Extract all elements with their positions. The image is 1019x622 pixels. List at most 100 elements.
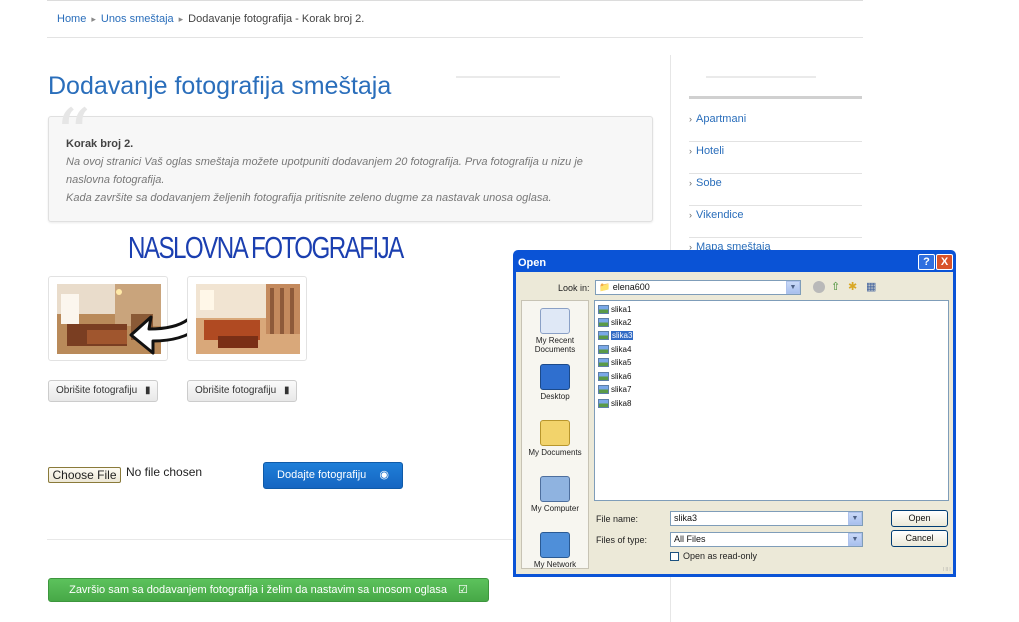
chevron-right-icon: › [689, 210, 692, 220]
back-icon[interactable] [813, 281, 825, 293]
place-desktop[interactable]: Desktop [521, 364, 589, 401]
file-name: slika5 [611, 358, 632, 367]
file-type-select[interactable]: All Files [670, 532, 863, 547]
delete-photo-label: Obrišite fotografiju [195, 385, 277, 396]
page-title: Dodavanje fotografija smeštaja [48, 72, 392, 100]
file-list[interactable] [594, 300, 949, 501]
sidebar-item-label: Apartmani [696, 113, 747, 125]
chevron-right-icon: › [689, 146, 692, 156]
file-item[interactable]: slika7 [598, 384, 631, 396]
recent-documents-icon [540, 308, 570, 334]
look-in-select[interactable]: 📁 elena600 [595, 280, 801, 295]
breadcrumb-current: Dodavanje fotografija - Korak broj 2. [188, 13, 365, 25]
image-file-icon [598, 372, 609, 382]
delete-photo-button-2[interactable]: Obrišite fotografiju ▮ [187, 380, 298, 402]
new-folder-icon[interactable]: ✱ [848, 280, 857, 293]
choose-file-button[interactable]: Choose File [48, 467, 121, 483]
folder-icon: 📁 [599, 282, 611, 292]
open-button[interactable]: Open [891, 510, 948, 527]
file-name-input[interactable]: slika3 [670, 511, 863, 526]
info-box [48, 116, 653, 222]
sidebar-item-label: Vikendice [696, 209, 744, 221]
info-heading: Korak broj 2. [66, 138, 134, 150]
sidebar-item-label: Sobe [696, 177, 722, 189]
image-file-icon [598, 331, 609, 341]
top-divider [47, 0, 863, 1]
file-item[interactable]: slika8 [598, 398, 631, 410]
help-button[interactable]: ? [918, 254, 935, 270]
view-menu-icon[interactable]: ▦ [866, 280, 876, 293]
finish-photos-label: Završio sam sa dodavanjem fotografija i … [69, 584, 447, 596]
sidebar-item-hoteli[interactable]: › Hoteli [689, 142, 862, 174]
sidebar-top-rule [689, 96, 862, 99]
resize-grip-icon[interactable]: ∷∷ [943, 566, 953, 574]
file-item[interactable]: slika5 [598, 357, 631, 369]
place-label: My Recent Documents [534, 336, 576, 354]
place-recent[interactable]: My Recent Documents [521, 308, 589, 354]
breadcrumb: Home ▸ Unos smeštaja ▸ Dodavanje fotografija… [57, 13, 364, 25]
file-name: slika3 [611, 331, 634, 340]
desktop-icon [540, 364, 570, 390]
file-item[interactable]: slika1 [598, 304, 631, 316]
file-name-label: File name: [596, 514, 639, 524]
look-in-value: elena600 [612, 282, 650, 292]
place-label: Desktop [540, 392, 570, 401]
trash-icon: ▮ [144, 385, 151, 396]
file-item-selected[interactable]: slika3 [598, 330, 634, 342]
chevron-down-icon[interactable]: ▼ [848, 533, 862, 546]
delete-photo-label: Obrišite fotografiju [56, 385, 138, 396]
place-label: My Computer [530, 504, 579, 513]
place-label: My Documents [528, 448, 582, 457]
computer-icon [540, 476, 570, 502]
image-file-icon [598, 305, 609, 315]
image-file-icon [598, 358, 609, 368]
file-item[interactable]: slika4 [598, 344, 631, 356]
read-only-label: Open as read-only [683, 551, 758, 561]
sidebar-item-vikendice[interactable]: › Vikendice [689, 206, 862, 238]
file-type-label: Files of type: [596, 535, 648, 545]
finish-photos-button[interactable]: Završio sam sa dodavanjem fotografija i … [48, 578, 489, 602]
file-name: slika8 [611, 399, 632, 408]
photo-thumbnail-1[interactable] [48, 276, 217, 361]
chevron-down-icon[interactable]: ▼ [786, 281, 800, 294]
image-file-icon [598, 385, 609, 395]
read-only-checkbox[interactable] [670, 552, 679, 561]
sidebar-item-sobe[interactable]: › Sobe [689, 174, 862, 206]
dialog-title: Open [518, 257, 547, 269]
place-my-documents[interactable]: My Documents [521, 420, 589, 457]
faded-rule [706, 76, 816, 78]
photo-thumbnail-2[interactable] [187, 276, 307, 361]
chevron-down-icon[interactable]: ▼ [848, 512, 862, 525]
trash-icon: ▮ [283, 385, 290, 396]
cancel-button[interactable]: Cancel [891, 530, 948, 547]
breadcrumb-entry-link[interactable]: Unos smeštaja [101, 13, 174, 25]
look-in-label: Look in: [558, 283, 590, 293]
file-name: slika7 [611, 385, 632, 394]
sidebar-item-apartmani[interactable]: › Apartmani [689, 110, 862, 142]
file-item[interactable]: slika6 [598, 371, 631, 383]
info-text-line-3: Kada završite sa dodavanjem željenih fot… [66, 192, 552, 204]
add-photo-label: Dodajte fotografiju [277, 469, 367, 481]
image-file-icon [598, 318, 609, 328]
up-folder-icon[interactable]: ⇧ [831, 280, 840, 293]
info-text-line-2: naslovna fotografija. [66, 174, 165, 186]
image-file-icon [598, 399, 609, 409]
place-my-computer[interactable]: My Computer [521, 476, 589, 513]
add-photo-button[interactable]: Dodajte fotografiju ◉ [263, 462, 403, 489]
file-item[interactable]: slika2 [598, 317, 631, 329]
checkbox-icon: ☑ [458, 584, 468, 596]
close-button[interactable]: X [936, 254, 953, 270]
delete-photo-button-1[interactable]: Obrišite fotografiju ▮ [48, 380, 159, 402]
image-file-icon [598, 345, 609, 355]
sidebar-item-label: Hoteli [696, 145, 725, 157]
no-file-chosen-text: No file chosen [126, 465, 203, 479]
file-name: slika4 [611, 345, 632, 354]
breadcrumb-home-link[interactable]: Home [57, 13, 86, 25]
file-name: slika1 [611, 305, 632, 314]
cover-photo-annotation: NASLOVNA FOTOGRAFIJA [128, 230, 404, 265]
file-name: slika2 [611, 318, 632, 327]
place-my-network[interactable]: My Network [521, 532, 589, 569]
documents-folder-icon [540, 420, 570, 446]
chevron-right-icon: › [689, 114, 692, 124]
place-label: My Network [533, 560, 577, 569]
